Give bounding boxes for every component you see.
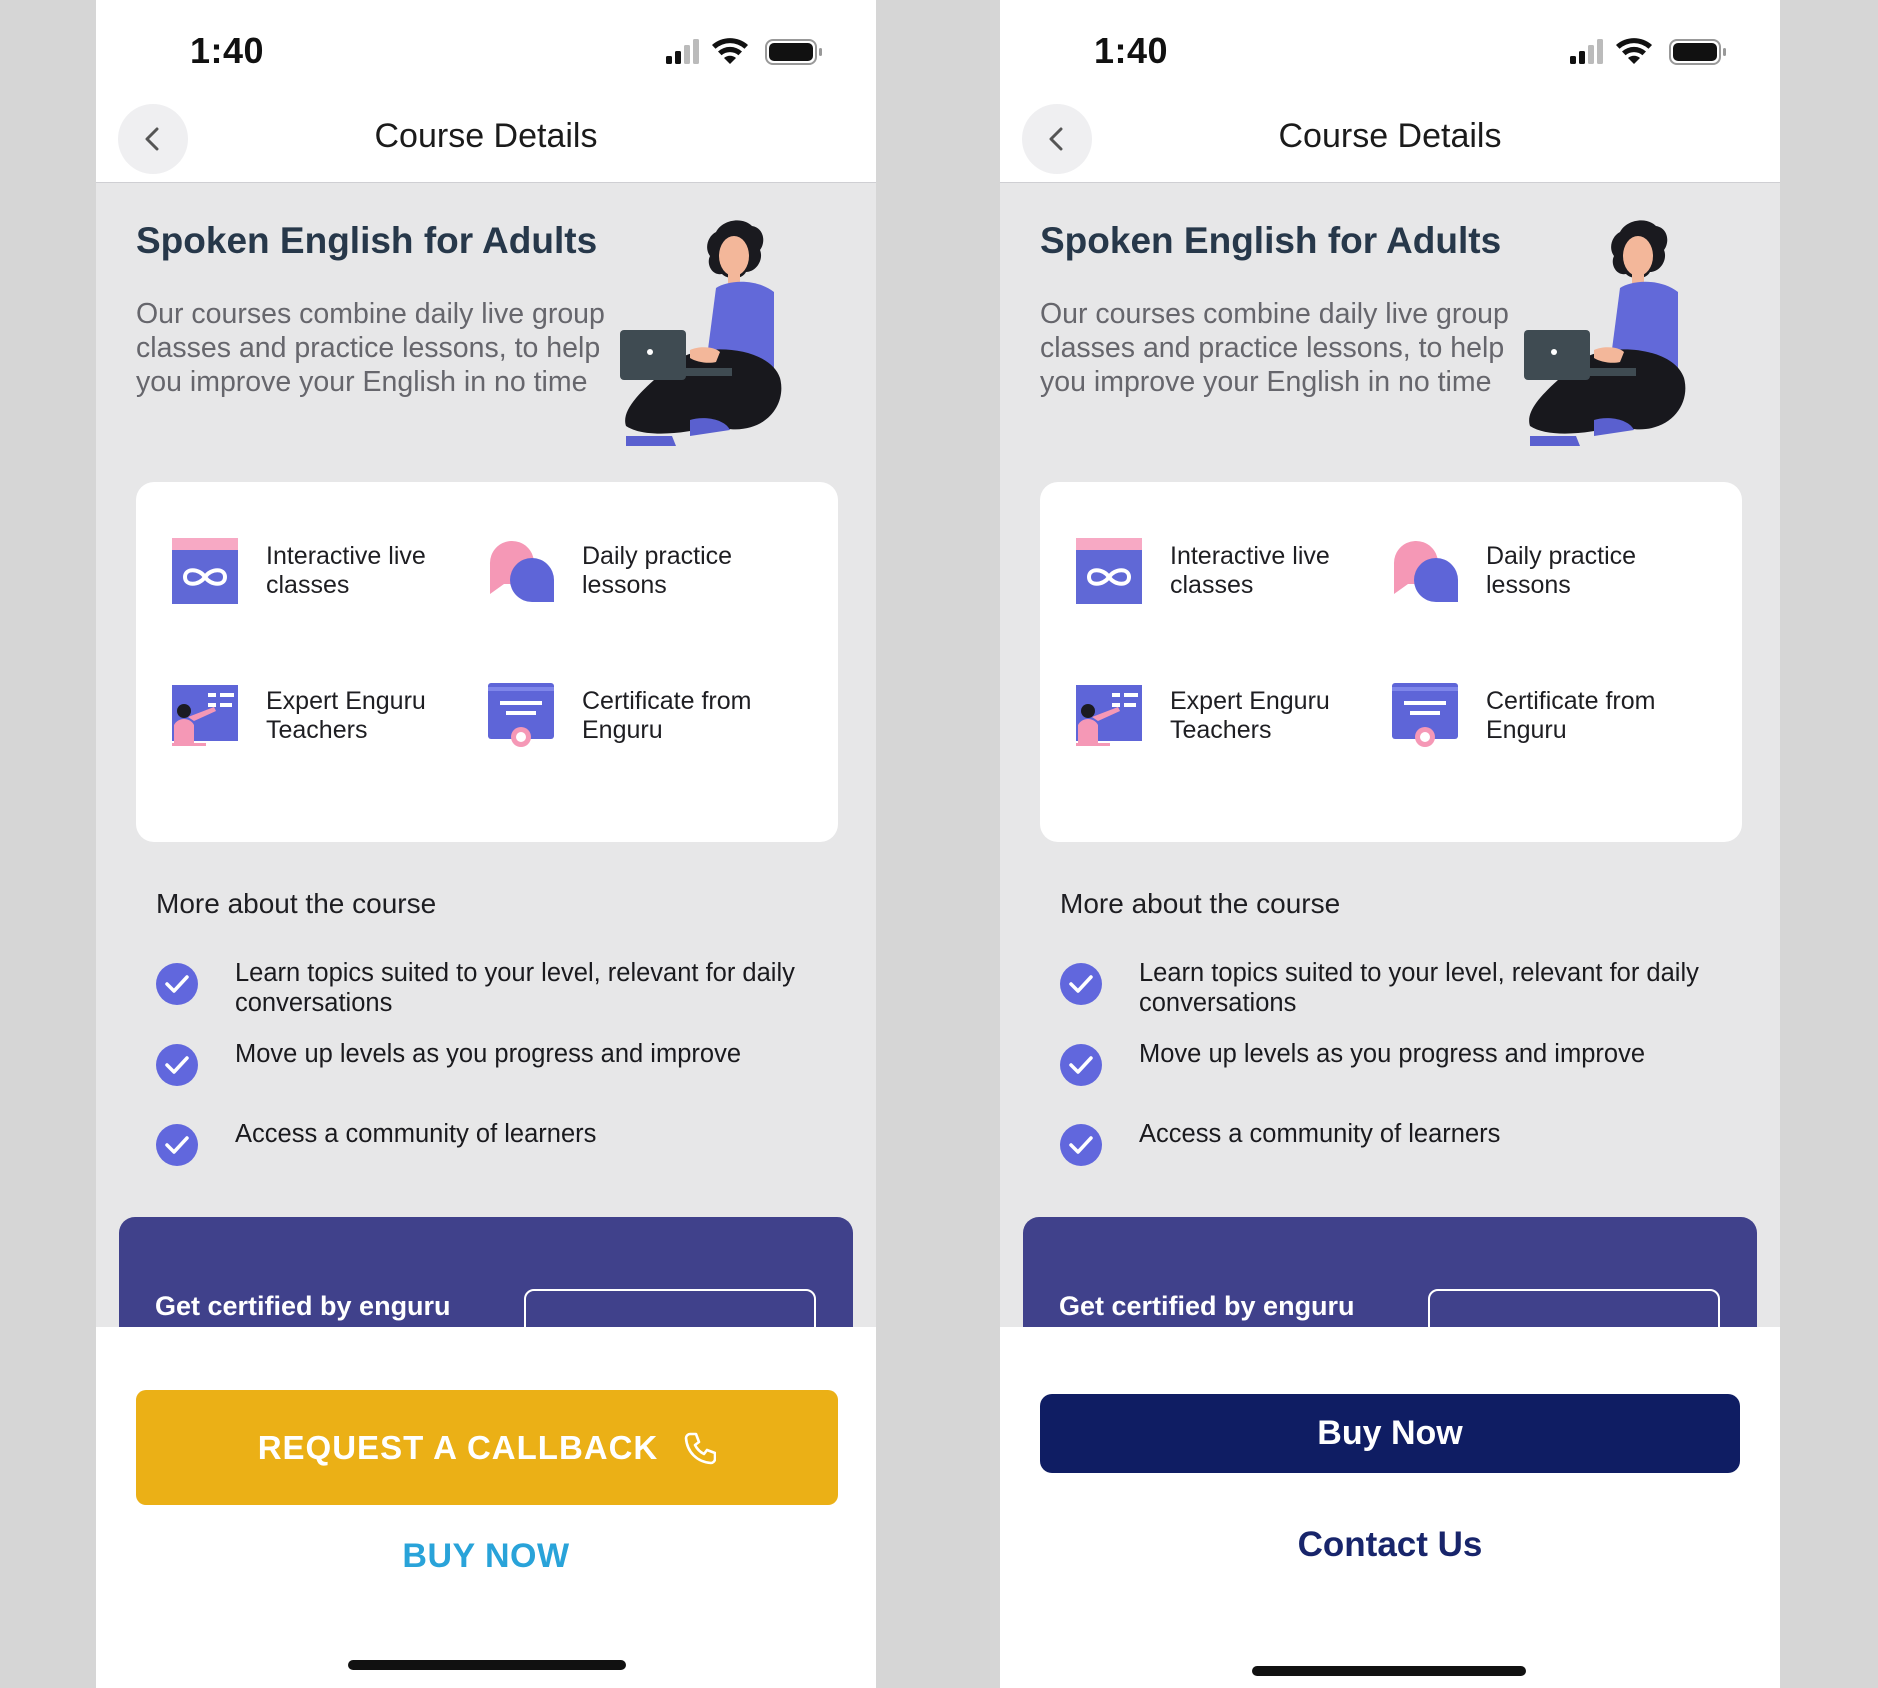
- check-circle-icon: [1060, 963, 1102, 1005]
- course-bullet: Move up levels as you progress and impro…: [155, 1039, 795, 1087]
- bottom-action-sheet: Buy Now Contact Us: [1000, 1327, 1780, 1688]
- feature-certificate: Certificate from Enguru: [1390, 681, 1676, 751]
- feature-label: Expert Enguru Teachers: [266, 687, 426, 744]
- course-title: Spoken English for Adults: [136, 220, 598, 261]
- check-circle-icon: [1060, 1124, 1102, 1166]
- feature-expert-teachers: Expert Enguru Teachers: [1074, 681, 1360, 751]
- course-bullet: Access a community of learners: [155, 1119, 795, 1167]
- check-circle-icon: [156, 1124, 198, 1166]
- more-about-heading: More about the course: [156, 888, 437, 919]
- infinity-screen-icon: [1076, 538, 1142, 604]
- bullet-text: Learn topics suited to your level, relev…: [1139, 959, 1699, 1017]
- status-time: 1:40: [1094, 30, 1169, 71]
- feature-label: Interactive live classes: [1170, 542, 1330, 599]
- course-bullet: Learn topics suited to your level, relev…: [155, 958, 795, 1018]
- cert-banner-text: Get certified by enguru: [1059, 1291, 1355, 1321]
- check-circle-icon: [156, 1044, 198, 1086]
- check-circle-icon: [1060, 1044, 1102, 1086]
- certificate-icon: [488, 683, 554, 747]
- course-description: Our courses combine daily live group cla…: [1040, 298, 1509, 398]
- course-bullet: Learn topics suited to your level, relev…: [1059, 958, 1699, 1018]
- phone-icon: [684, 1432, 717, 1464]
- feature-label: Certificate from Enguru: [582, 687, 752, 744]
- feature-label: Interactive live classes: [266, 542, 426, 599]
- features-card: Interactive live classes Daily practice …: [1040, 482, 1742, 842]
- phone-screen-right: 1:40 Course Details Spoken English for A…: [1000, 0, 1780, 1688]
- chat-bubbles-icon: [1393, 540, 1458, 602]
- teacher-board-icon: [1076, 685, 1142, 746]
- bottom-action-sheet: REQUEST A CALLBACK BUY NOW: [96, 1327, 876, 1688]
- course-bullet: Move up levels as you progress and impro…: [1059, 1039, 1699, 1087]
- buy-now-link[interactable]: BUY NOW: [96, 1537, 876, 1576]
- feature-live-classes: Interactive live classes: [170, 536, 456, 606]
- course-description: Our courses combine daily live group cla…: [136, 298, 605, 398]
- battery-icon: [765, 39, 822, 65]
- cert-banner-text: Get certified by enguru: [155, 1291, 451, 1321]
- status-icons: [666, 38, 822, 65]
- feature-label: Daily practice lessons: [582, 542, 733, 599]
- status-time: 1:40: [190, 30, 265, 71]
- page-title: Course Details: [1278, 117, 1502, 155]
- feature-live-classes: Interactive live classes: [1074, 536, 1360, 606]
- course-title: Spoken English for Adults: [1040, 220, 1502, 261]
- chat-bubbles-icon: [489, 540, 554, 602]
- teacher-board-icon: [172, 685, 238, 746]
- battery-icon: [1669, 39, 1726, 65]
- feature-label: Expert Enguru Teachers: [1170, 687, 1330, 744]
- features-card: Interactive live classes Daily practice …: [136, 482, 838, 842]
- button-label: REQUEST A CALLBACK: [257, 1428, 659, 1466]
- home-indicator: [348, 1660, 626, 1670]
- home-indicator: [1252, 1666, 1526, 1676]
- signal-icon: [1570, 39, 1603, 64]
- certificate-icon: [1392, 683, 1458, 747]
- student-laptop-illustration: [620, 220, 782, 446]
- buy-now-button[interactable]: Buy Now: [1040, 1394, 1740, 1473]
- bullet-text: Access a community of learners: [235, 1120, 597, 1148]
- bullet-text: Access a community of learners: [1139, 1120, 1501, 1148]
- top-bar: 1:40 Course Details: [96, 0, 876, 183]
- feature-practice-lessons: Daily practice lessons: [1390, 536, 1676, 606]
- bullet-text: Move up levels as you progress and impro…: [1139, 1040, 1646, 1068]
- infinity-screen-icon: [172, 538, 238, 604]
- wifi-icon: [1616, 38, 1652, 64]
- wifi-icon: [712, 38, 748, 64]
- request-callback-button[interactable]: REQUEST A CALLBACK: [136, 1390, 838, 1505]
- signal-icon: [666, 39, 699, 64]
- contact-us-link[interactable]: Contact Us: [1000, 1525, 1780, 1565]
- feature-label: Daily practice lessons: [1486, 542, 1637, 599]
- bullet-text: Learn topics suited to your level, relev…: [235, 959, 795, 1017]
- student-laptop-illustration: [1524, 220, 1686, 446]
- course-bullet: Access a community of learners: [1059, 1119, 1699, 1167]
- feature-practice-lessons: Daily practice lessons: [486, 536, 772, 606]
- phone-screen-left: 1:40 Course Details Spoken English for A…: [96, 0, 876, 1688]
- check-circle-icon: [156, 963, 198, 1005]
- feature-certificate: Certificate from Enguru: [486, 681, 772, 751]
- more-about-heading: More about the course: [1060, 888, 1341, 919]
- status-icons: [1570, 38, 1726, 65]
- button-label: Buy Now: [1317, 1414, 1463, 1452]
- bullet-text: Move up levels as you progress and impro…: [235, 1040, 742, 1068]
- page-title: Course Details: [374, 117, 598, 155]
- feature-label: Certificate from Enguru: [1486, 687, 1656, 744]
- top-bar: 1:40 Course Details: [1000, 0, 1780, 183]
- feature-expert-teachers: Expert Enguru Teachers: [170, 681, 456, 751]
